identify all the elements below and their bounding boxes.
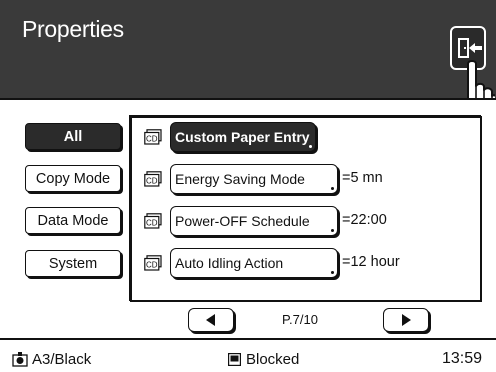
setting-value: =22:00 (342, 212, 387, 228)
cd-icon: CD (144, 255, 162, 271)
auto-idling-action-button[interactable]: Auto Idling Action (170, 248, 338, 278)
paper-status: A3/Black (12, 351, 91, 368)
paper-label: A3/Black (32, 351, 92, 368)
setting-label: Energy Saving Mode (175, 171, 305, 187)
triangle-right-icon (402, 314, 411, 326)
sidebar-item-label: System (48, 255, 98, 272)
sidebar-item-data-mode[interactable]: Data Mode (25, 207, 121, 234)
machine-state: Blocked (228, 351, 299, 368)
clock: 13:59 (442, 350, 483, 367)
power-off-schedule-button[interactable]: Power-OFF Schedule (170, 206, 338, 236)
setting-label: Power-OFF Schedule (175, 213, 310, 229)
sidebar-item-system[interactable]: System (25, 250, 121, 277)
main-content: All Copy Mode Data Mode System CD Custom… (0, 98, 496, 340)
svg-text:CD: CD (146, 135, 158, 144)
sidebar-item-copy-mode[interactable]: Copy Mode (25, 165, 121, 192)
svg-text:CD: CD (146, 219, 158, 228)
cd-icon: CD (144, 171, 162, 187)
setting-label: Auto Idling Action (175, 255, 284, 271)
cd-icon: CD (144, 213, 162, 229)
cd-icon: CD (144, 129, 162, 145)
svg-text:CD: CD (146, 177, 158, 186)
prev-page-button[interactable] (188, 308, 234, 332)
header-bar: Properties (0, 0, 496, 147)
sidebar-item-label: Data Mode (37, 212, 109, 229)
setting-label: Custom Paper Entry (175, 129, 310, 145)
setting-value: =5 mn (342, 170, 383, 186)
sidebar-item-label: All (63, 128, 83, 145)
page-title: Properties (22, 16, 124, 42)
page-indicator: P.7/10 (282, 312, 318, 327)
setting-value: =12 hour (342, 254, 400, 270)
state-label: Blocked (246, 351, 300, 368)
sidebar-item-label: Copy Mode (35, 170, 111, 187)
next-page-button[interactable] (383, 308, 429, 332)
blocked-icon (228, 353, 241, 366)
triangle-left-icon (206, 314, 215, 326)
paper-tray-icon (12, 352, 28, 367)
custom-paper-entry-button[interactable]: Custom Paper Entry (170, 122, 316, 152)
exit-door-icon (458, 38, 482, 58)
status-bar: A3/Black Blocked 13:59 (0, 340, 496, 372)
settings-panel: CD Custom Paper Entry CD Energy Saving M… (130, 116, 482, 302)
energy-saving-mode-button[interactable]: Energy Saving Mode (170, 164, 338, 194)
svg-text:CD: CD (146, 261, 158, 270)
sidebar-item-all[interactable]: All (25, 123, 121, 150)
